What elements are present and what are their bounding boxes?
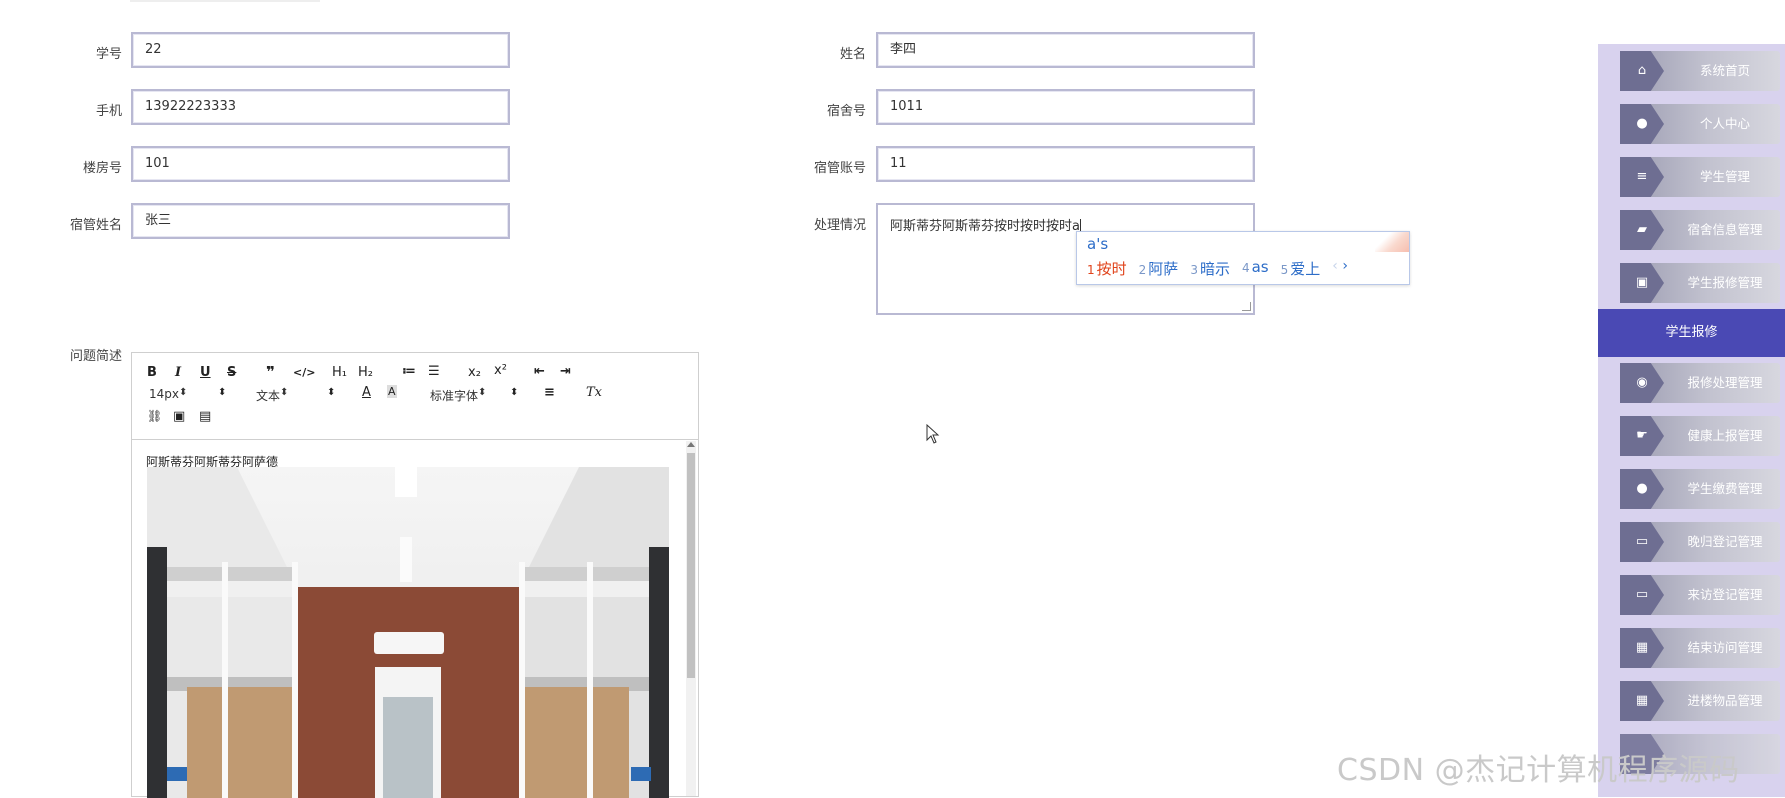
grid-icon: ▦ xyxy=(1635,640,1649,655)
sidebar-item-students[interactable]: ≡ 学生管理 xyxy=(1620,157,1780,197)
manager-name-label: 宿管姓名 xyxy=(69,218,122,233)
video-icon[interactable]: ▤ xyxy=(199,409,211,424)
dorm-label: 宿舍号 xyxy=(826,104,866,119)
manager-name-input[interactable]: 张三 xyxy=(131,203,510,239)
monitor-icon: ▭ xyxy=(1635,534,1649,549)
link-icon[interactable]: ⛓ xyxy=(147,409,162,423)
h2-button[interactable]: H₂ xyxy=(358,365,373,380)
editor-toolbar: B I U S ❞ </> H₁ H₂ ≔ ☰ x₂ x² ⇤ ⇥ 14px ⬍… xyxy=(132,353,698,440)
sidebar-item-repair-handling[interactable]: ◉ 报修处理管理 xyxy=(1620,363,1780,403)
font-size-select[interactable]: 14px xyxy=(149,387,229,401)
manager-account-label: 宿管账号 xyxy=(813,161,866,176)
sidebar-item-repair-manage[interactable]: ▣ 学生报修管理 xyxy=(1620,263,1780,303)
building-input[interactable]: 101 xyxy=(131,146,510,182)
sidebar-item-dorm-info[interactable]: ▰ 宿舍信息管理 xyxy=(1620,210,1780,250)
format-select[interactable]: 文本 xyxy=(256,387,288,404)
ime-candidate-4[interactable]: 4 as xyxy=(1242,258,1269,279)
sidebar-item-items[interactable]: ▦ 进楼物品管理 xyxy=(1620,681,1780,721)
superscript-button[interactable]: x² xyxy=(494,363,507,378)
dorm-room-photo xyxy=(147,467,669,798)
ime-skin-decoration xyxy=(1375,232,1409,252)
top-divider xyxy=(130,0,320,2)
rich-text-editor: B I U S ❞ </> H₁ H₂ ≔ ☰ x₂ x² ⇤ ⇥ 14px ⬍… xyxy=(131,352,699,798)
ticket-icon: ▰ xyxy=(1637,222,1647,237)
hand-icon: ☛ xyxy=(1636,428,1648,443)
name-label: 姓名 xyxy=(839,47,866,62)
building-label: 楼房号 xyxy=(82,161,122,176)
grid-icon: ▦ xyxy=(1635,693,1649,708)
dorm-input[interactable]: 1011 xyxy=(876,89,1255,125)
sidebar-item-home[interactable]: ⌂ 系统首页 xyxy=(1620,51,1780,91)
sidebar-menu: ⌂ 系统首页 ● 个人中心 ≡ 学生管理 ▰ 宿舍信息管理 ▣ 学生报修管理 学生报修 ◉… xyxy=(1598,44,1785,797)
list-icon: ≡ xyxy=(1636,169,1648,184)
handling-label: 处理情况 xyxy=(813,218,866,233)
sidebar-item-visitor[interactable]: ▭ 来访登记管理 xyxy=(1620,575,1780,615)
subscript-button[interactable]: x₂ xyxy=(468,365,481,380)
phone-input[interactable]: 13922223333 xyxy=(131,89,510,125)
font-family-select[interactable]: 标准字体 xyxy=(430,387,486,404)
watermark-text: CSDN @杰记计算机程序源码 xyxy=(1337,753,1740,788)
issue-label: 问题简述 xyxy=(69,349,122,364)
strike-button[interactable]: S xyxy=(227,365,236,380)
ime-candidate-popup: a's 1 按时 2 阿萨 3 暗示 4 as 5 爱上 ‹ › xyxy=(1076,231,1410,285)
handling-text: 阿斯蒂芬阿斯蒂芬按时按时按时a xyxy=(890,219,1080,234)
bulb-icon: ◉ xyxy=(1636,375,1648,390)
font-family-chevron-icon[interactable]: ⬍ xyxy=(510,387,518,398)
ime-candidate-5[interactable]: 5 爱上 xyxy=(1281,258,1321,279)
briefcase-icon: ▣ xyxy=(1635,275,1649,290)
bullet-list-icon[interactable]: ☰ xyxy=(428,364,440,379)
text-color-icon[interactable]: A xyxy=(362,385,371,400)
ime-composition: a's xyxy=(1087,235,1109,253)
student-id-label: 学号 xyxy=(95,47,122,62)
indent-icon[interactable]: ⇥ xyxy=(560,364,571,379)
mouse-pointer-icon xyxy=(926,424,940,444)
scroll-up-icon[interactable] xyxy=(687,442,695,447)
background-color-icon[interactable]: A xyxy=(387,385,397,398)
image-icon[interactable]: ▣ xyxy=(173,409,185,424)
clear-format-icon[interactable]: Tx xyxy=(586,385,602,400)
code-block-button[interactable]: </> xyxy=(293,366,315,379)
sidebar-item-repair-active[interactable]: 学生报修 xyxy=(1598,309,1785,357)
ordered-list-icon[interactable]: ≔ xyxy=(402,364,416,379)
phone-label: 手机 xyxy=(95,104,122,119)
sidebar-item-health[interactable]: ☛ 健康上报管理 xyxy=(1620,416,1780,456)
ime-next-icon[interactable]: › xyxy=(1342,258,1348,274)
format-chevron-icon[interactable]: ⬍ xyxy=(327,387,335,398)
font-size-chevron-icon[interactable]: ⬍ xyxy=(218,387,226,398)
ime-candidate-1[interactable]: 1 按时 xyxy=(1087,258,1127,279)
editor-scrollbar[interactable] xyxy=(686,441,696,796)
scrollbar-thumb[interactable] xyxy=(687,453,695,678)
sidebar-item-late-return[interactable]: ▭ 晚归登记管理 xyxy=(1620,522,1780,562)
sidebar-item-profile[interactable]: ● 个人中心 xyxy=(1620,104,1780,144)
name-input[interactable]: 李四 xyxy=(876,32,1255,68)
align-icon[interactable]: ≡ xyxy=(544,385,555,400)
home-icon: ⌂ xyxy=(1637,63,1647,78)
sidebar-item-end-visit[interactable]: ▦ 结束访问管理 xyxy=(1620,628,1780,668)
h1-button[interactable]: H₁ xyxy=(332,365,347,380)
user-icon: ● xyxy=(1636,116,1648,131)
student-id-input[interactable]: 22 xyxy=(131,32,510,68)
ime-candidate-3[interactable]: 3 暗示 xyxy=(1190,258,1230,279)
underline-button[interactable]: U xyxy=(200,365,211,380)
blockquote-button[interactable]: ❞ xyxy=(266,363,275,381)
monitor-icon: ▭ xyxy=(1635,587,1649,602)
italic-button[interactable]: I xyxy=(175,365,181,380)
outdent-icon[interactable]: ⇤ xyxy=(534,364,545,379)
resize-handle[interactable] xyxy=(1242,302,1251,311)
ime-candidate-2[interactable]: 2 阿萨 xyxy=(1139,258,1179,279)
ime-prev-icon[interactable]: ‹ xyxy=(1332,258,1338,274)
manager-account-input[interactable]: 11 xyxy=(876,146,1255,182)
user-icon: ● xyxy=(1636,481,1648,496)
bold-button[interactable]: B xyxy=(147,365,157,380)
sidebar-item-fees[interactable]: ● 学生缴费管理 xyxy=(1620,469,1780,509)
